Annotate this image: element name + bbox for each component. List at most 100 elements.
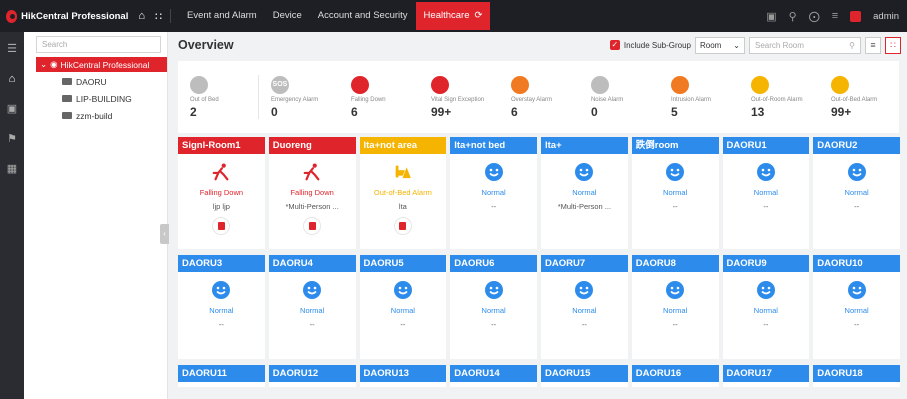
smile-icon: [484, 162, 504, 182]
room-card[interactable]: DAORU12: [268, 365, 356, 387]
calendar-icon[interactable]: ▦: [0, 160, 24, 178]
room-card[interactable]: DAORU17: [722, 365, 810, 387]
room-card[interactable]: DAORU7 Normal --: [541, 255, 628, 359]
stat-item[interactable]: Out-of-Room Alarm 13: [739, 61, 819, 133]
stat-item[interactable]: Vital Sign Exception 99+: [419, 61, 499, 133]
room-card[interactable]: lta+not bed Normal --: [450, 137, 537, 249]
room-name: DAORU14: [450, 365, 537, 382]
sos-icon: SOS: [270, 75, 289, 94]
room-card[interactable]: DAORU10 Normal --: [813, 255, 900, 359]
room-card[interactable]: lta+ Normal *Multi-Person ...: [541, 137, 628, 249]
include-subgroup-checkbox[interactable]: ✓: [609, 40, 620, 50]
home-icon[interactable]: ⌂: [138, 10, 145, 22]
search-icon[interactable]: ⚲: [849, 41, 855, 50]
stat-item[interactable]: SOS Emergency Alarm 0: [259, 61, 339, 133]
smile-icon: [574, 280, 594, 300]
room-card[interactable]: DAORU18: [813, 365, 900, 387]
room-card[interactable]: DAORU16: [631, 365, 719, 387]
tree-search-input[interactable]: Search: [36, 36, 161, 53]
room-name: lta+not area: [359, 137, 447, 154]
stat-item[interactable]: Falling Down 6: [339, 61, 419, 133]
room-card[interactable]: DAORU2 Normal --: [813, 137, 900, 249]
room-row: DAORU11 DAORU12 DAORU13 DAORU14 DAORU15 DAORU…: [178, 365, 900, 387]
tree-node-zzm-build[interactable]: zzm-build: [62, 108, 167, 123]
room-status: Normal: [844, 188, 869, 197]
menu-icon[interactable]: ≡: [832, 10, 838, 22]
user-name[interactable]: admin: [873, 11, 899, 22]
grid-view-button[interactable]: ∷: [885, 36, 901, 54]
hik-logo-icon: [6, 9, 18, 23]
folder-icon: [62, 95, 72, 102]
list-view-button[interactable]: ≡: [865, 36, 881, 54]
room-card[interactable]: DAORU6 Normal --: [450, 255, 537, 359]
smile-icon: [665, 280, 685, 300]
monitor-icon[interactable]: ▣: [0, 100, 24, 118]
collapse-panel-button[interactable]: ‹: [160, 224, 169, 244]
smile-icon: [756, 162, 776, 182]
bed-sensor-icon[interactable]: [212, 217, 231, 235]
stat-item[interactable]: Out-of-Bed Alarm 99+: [819, 61, 899, 133]
tree-root-node[interactable]: ⌄ ◉ HikCentral Professional: [36, 57, 167, 72]
download-icon[interactable]: ▣: [766, 10, 776, 23]
bed-square-icon: [308, 222, 316, 230]
stat-value: 0: [270, 104, 278, 119]
nav-device[interactable]: Device: [265, 0, 310, 32]
compass-icon[interactable]: ⨀: [809, 10, 820, 23]
room-card[interactable]: DAORU1 Normal --: [722, 137, 810, 249]
smile-icon: [756, 280, 776, 300]
room-row: DAORU3 Normal -- DAORU4 Normal -- DAORU5 Normal…: [178, 255, 900, 359]
room-card[interactable]: DAORU14: [450, 365, 537, 387]
grid-menu-icon[interactable]: ∷: [155, 10, 162, 23]
stat-label: Out of Bed: [190, 96, 219, 103]
room-occupant: --: [854, 202, 860, 211]
room-name: DAORU10: [813, 255, 900, 272]
stat-value: 99+: [830, 104, 852, 119]
refresh-icon[interactable]: ⟳: [475, 2, 483, 30]
tree-node-daoru[interactable]: DAORU: [62, 74, 167, 89]
room-card[interactable]: Duoreng Falling Down *Multi-Person ...: [268, 137, 356, 249]
tree-node-lip-building[interactable]: LIP-BUILDING: [62, 91, 167, 106]
chevron-down-icon[interactable]: ⌄: [40, 59, 47, 70]
room-card[interactable]: DAORU13: [359, 365, 447, 387]
filters-bar: ✓ Include Sub-Group Room ⌄ Search Room ⚲…: [609, 36, 907, 54]
room-status: Normal: [663, 188, 688, 197]
room-status: Normal: [481, 306, 506, 315]
user-avatar-icon[interactable]: [850, 10, 862, 22]
search-room-input[interactable]: Search Room ⚲: [749, 36, 861, 54]
room-card[interactable]: DAORU5 Normal --: [359, 255, 447, 359]
folder-icon: [62, 78, 72, 85]
nav-account-security[interactable]: Account and Security: [310, 0, 416, 32]
stat-item[interactable]: Noise Alarm 0: [579, 61, 659, 133]
stat-item[interactable]: Intrusion Alarm 5: [659, 61, 739, 133]
search-icon[interactable]: ⚲: [789, 10, 797, 23]
stat-label: Falling Down: [350, 96, 386, 103]
settings-house-icon[interactable]: ⚑: [0, 130, 24, 148]
stat-label: Noise Alarm: [590, 96, 624, 103]
stat-item[interactable]: Out of Bed 2: [178, 61, 258, 133]
nav-healthcare[interactable]: Healthcare ⟳: [415, 2, 491, 30]
stat-item[interactable]: Overstay Alarm 6: [499, 61, 579, 133]
room-name: DAORU6: [450, 255, 537, 272]
room-card[interactable]: DAORU11: [178, 365, 265, 387]
smile-icon: [484, 280, 504, 300]
room-card[interactable]: Signl-Room1 Falling Down ljp ljp: [178, 137, 265, 249]
room-name: Signl-Room1: [178, 137, 265, 154]
room-occupant: --: [763, 320, 769, 329]
room-card[interactable]: DAORU15: [541, 365, 628, 387]
list-view-icon[interactable]: ☰: [0, 40, 24, 58]
room-card[interactable]: DAORU8 Normal --: [631, 255, 719, 359]
bed-sensor-icon[interactable]: [303, 217, 322, 235]
left-rail: ☰ ⌂ ▣ ⚑ ▦: [0, 32, 24, 399]
room-card[interactable]: DAORU4 Normal --: [268, 255, 356, 359]
room-type-select[interactable]: Room ⌄: [695, 36, 745, 54]
room-card[interactable]: lta+not area Out-of-Bed Alarm lta: [359, 137, 447, 249]
home-rail-icon[interactable]: ⌂: [0, 70, 24, 88]
room-card[interactable]: 跌倒room Normal --: [631, 137, 719, 249]
page-title: Overview: [178, 38, 234, 52]
nav-event-alarm[interactable]: Event and Alarm: [179, 0, 265, 32]
room-card[interactable]: DAORU3 Normal --: [178, 255, 265, 359]
room-name: DAORU15: [541, 365, 628, 382]
folder-icon: [62, 112, 72, 119]
bed-sensor-icon[interactable]: [393, 217, 412, 235]
room-card[interactable]: DAORU9 Normal --: [722, 255, 810, 359]
